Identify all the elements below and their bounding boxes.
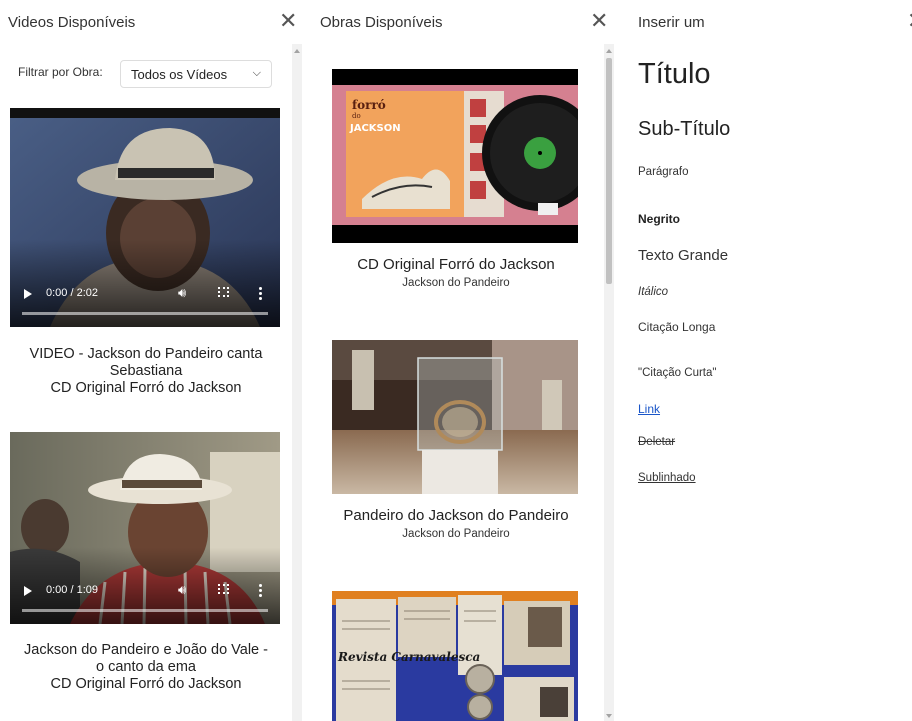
videos-panel: Videos Disponíveis ✕ Filtrar por Obra: T… xyxy=(0,0,304,721)
volume-icon[interactable]: 🔊︎ xyxy=(178,285,186,301)
insert-deletar-option[interactable]: Deletar xyxy=(638,436,675,448)
insert-sublinhado-option[interactable]: Sublinhado xyxy=(638,472,696,484)
video-controls: 0:00 / 2:02 🔊︎ xyxy=(10,275,280,327)
chevron-down-icon: ⌵ xyxy=(252,67,261,79)
video-player[interactable]: 0:00 / 1:09 🔊︎ xyxy=(10,432,280,624)
obras-panel-title: Obras Disponíveis xyxy=(320,14,443,31)
inserir-panel-title: Inserir um xyxy=(638,14,705,31)
poster-text: Revista Carnavalesca xyxy=(337,650,480,664)
album-title-text: forró xyxy=(352,98,386,112)
fullscreen-icon[interactable] xyxy=(218,287,229,297)
obra-author: Jackson do Pandeiro xyxy=(402,277,510,289)
obras-panel-header: Obras Disponíveis ✕ xyxy=(306,0,618,44)
filter-label: Filtrar por Obra: xyxy=(18,65,103,79)
svg-text:JACKSON: JACKSON xyxy=(349,123,401,134)
album-cover-image: forró do JACKSON xyxy=(332,69,578,243)
close-icon[interactable]: ✕ xyxy=(907,10,912,32)
obra-name: CD Original Forró do Jackson xyxy=(357,256,555,273)
insert-italico-option[interactable]: Itálico xyxy=(638,286,668,298)
scroll-down-icon[interactable] xyxy=(606,714,612,718)
play-icon[interactable] xyxy=(24,289,32,299)
obras-panel: Obras Disponíveis ✕ forró do JACKSON CD … xyxy=(306,0,618,721)
video-title-line: Sebastiana xyxy=(109,363,183,379)
video-time: 0:00 / 2:02 xyxy=(46,287,98,299)
insert-texto-grande-option[interactable]: Texto Grande xyxy=(638,247,728,264)
obra-author: Jackson do Pandeiro xyxy=(402,528,510,540)
svg-text:do: do xyxy=(352,112,361,120)
video-title-line: o canto da ema xyxy=(96,659,196,675)
video-time: 0:00 / 1:09 xyxy=(46,584,98,596)
video-caption: Jackson do Pandeiro e João do Vale - o c… xyxy=(8,642,284,693)
pandeiro-display-image xyxy=(332,340,578,494)
obra-name: Pandeiro do Jackson do Pandeiro xyxy=(343,507,569,524)
videos-panel-header: Videos Disponíveis ✕ xyxy=(0,0,304,44)
close-icon[interactable]: ✕ xyxy=(279,10,297,32)
scroll-up-icon[interactable] xyxy=(606,49,612,53)
video-title-line: VIDEO - Jackson do Pandeiro canta xyxy=(29,346,263,362)
video-progress-bar[interactable] xyxy=(22,312,268,315)
obra-image[interactable]: forró do JACKSON xyxy=(332,69,578,243)
insert-titulo-option[interactable]: Título xyxy=(638,58,711,91)
obra-image[interactable] xyxy=(332,340,578,494)
scroll-thumb[interactable] xyxy=(606,58,612,284)
insert-subtitulo-option[interactable]: Sub-Título xyxy=(638,118,730,141)
inserir-panel-header: Inserir um ✕ xyxy=(624,0,912,44)
videos-panel-title: Videos Disponíveis xyxy=(8,14,136,31)
video-caption: VIDEO - Jackson do Pandeiro canta Sebast… xyxy=(8,346,284,397)
video-progress-bar[interactable] xyxy=(22,609,268,612)
insert-negrito-option[interactable]: Negrito xyxy=(638,212,680,226)
obra-image[interactable]: Revista Carnavalesca xyxy=(332,591,578,721)
volume-icon[interactable]: 🔊︎ xyxy=(178,582,186,598)
filter-obra-select[interactable]: Todos os Vídeos ⌵ xyxy=(120,60,272,88)
video-obra: CD Original Forró do Jackson xyxy=(50,380,242,396)
more-options-icon[interactable] xyxy=(259,584,263,599)
fullscreen-icon[interactable] xyxy=(218,584,229,594)
insert-citacao-longa-option[interactable]: Citação Longa xyxy=(638,320,715,334)
insert-link-option[interactable]: Link xyxy=(638,402,660,416)
insert-paragrafo-option[interactable]: Parágrafo xyxy=(638,166,689,178)
video-obra: CD Original Forró do Jackson xyxy=(50,676,242,692)
video-player[interactable]: 0:00 / 2:02 🔊︎ xyxy=(10,108,280,327)
filter-selected-value: Todos os Vídeos xyxy=(131,67,228,82)
play-icon[interactable] xyxy=(24,586,32,596)
newspapers-image: Revista Carnavalesca xyxy=(332,591,578,721)
more-options-icon[interactable] xyxy=(259,287,263,302)
close-icon[interactable]: ✕ xyxy=(590,10,608,32)
scroll-up-icon[interactable] xyxy=(294,49,300,53)
videos-scrollbar[interactable] xyxy=(292,44,302,721)
inserir-panel: Inserir um ✕ Título Sub-Título Parágrafo… xyxy=(624,0,912,721)
video-title-line: Jackson do Pandeiro e João do Vale - xyxy=(24,642,268,658)
video-controls: 0:00 / 1:09 🔊︎ xyxy=(10,572,280,624)
insert-citacao-curta-option[interactable]: "Citação Curta" xyxy=(638,367,716,379)
obras-scrollbar[interactable] xyxy=(604,44,614,721)
